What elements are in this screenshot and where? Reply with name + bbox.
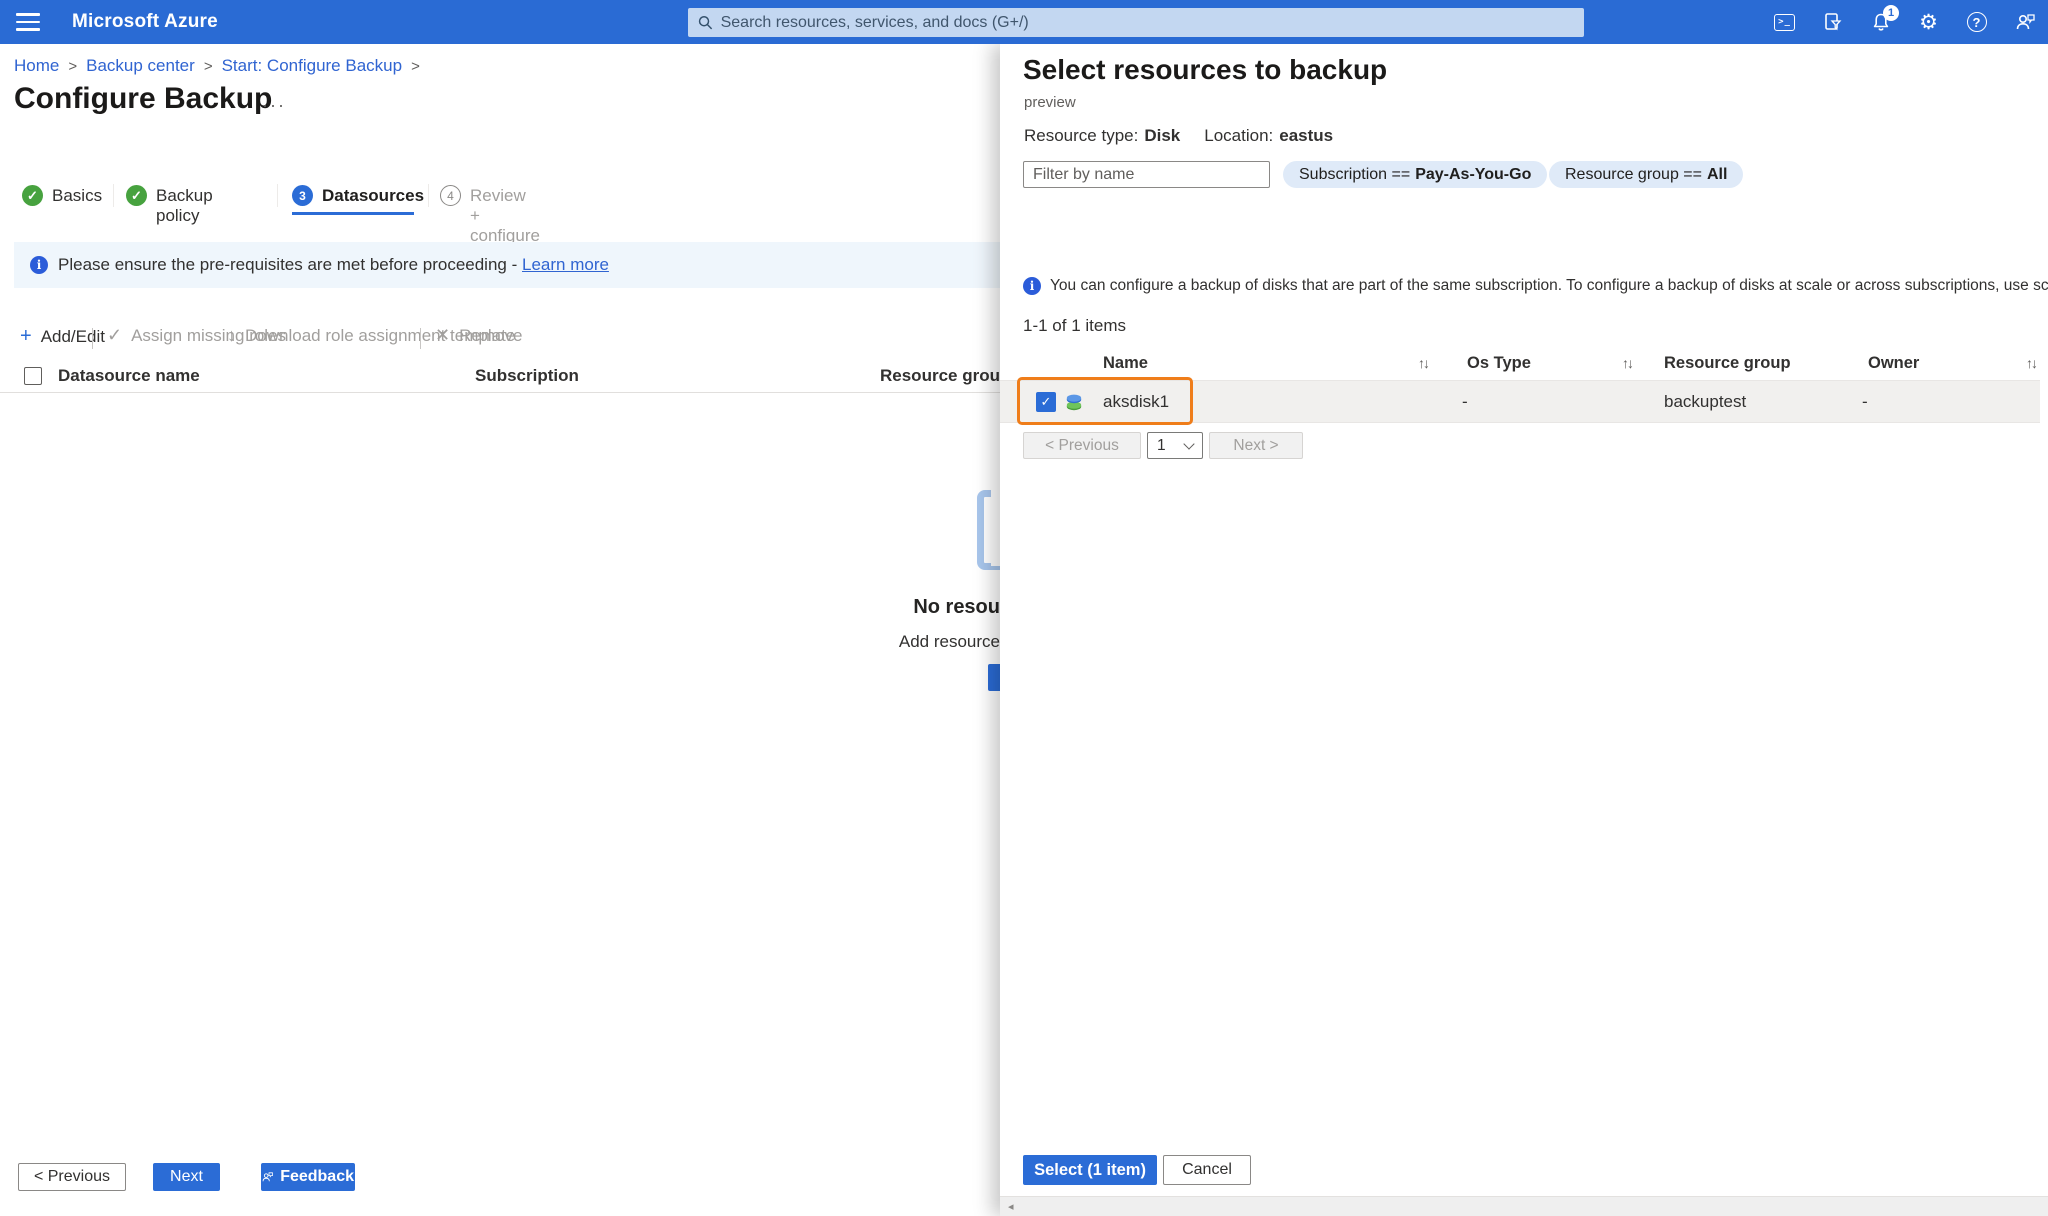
brand-title[interactable]: Microsoft Azure (72, 11, 218, 33)
title-more-menu[interactable]: ··· (262, 95, 286, 116)
search-input[interactable] (721, 14, 1574, 32)
empty-state-title: No resou (913, 596, 1000, 619)
column-owner[interactable]: Owner (1868, 354, 1919, 373)
breadcrumb-home[interactable]: Home (14, 56, 59, 76)
subscription-filter-pill[interactable]: Subscription ==Pay-As-You-Go (1283, 161, 1547, 188)
select-all-checkbox[interactable] (24, 367, 42, 385)
cell-resource-group: backuptest (1664, 392, 1746, 412)
breadcrumb-start-configure-backup[interactable]: Start: Configure Backup (222, 56, 402, 76)
sort-icon[interactable]: ↑↓ (1622, 355, 1632, 371)
column-datasource-name[interactable]: Datasource name (58, 366, 200, 386)
scroll-left-arrow-icon[interactable]: ◂ (1008, 1200, 1014, 1213)
step-divider (428, 184, 429, 207)
remove-icon: ✕ (435, 325, 450, 346)
filter-by-name-input[interactable] (1023, 161, 1270, 188)
table-row-aksdisk1[interactable]: ✓ aksdisk1 - backuptest - (1000, 380, 2040, 423)
column-name[interactable]: Name (1103, 354, 1148, 373)
breadcrumb-backup-center[interactable]: Backup center (86, 56, 195, 76)
directory-filter-icon[interactable] (1821, 11, 1844, 34)
banner-learn-more-link[interactable]: Learn more (522, 255, 609, 275)
breadcrumb-separator: > (411, 58, 420, 75)
step-policy-check-icon: ✓ (126, 185, 147, 206)
tab-datasources[interactable]: Datasources (322, 186, 424, 206)
step-3-badge: 3 (292, 185, 313, 206)
column-resource-group[interactable]: Resource group (880, 366, 1010, 386)
top-bar: Microsoft Azure >_ (0, 0, 2048, 44)
remove-button[interactable]: ✕ Remove (435, 325, 522, 346)
pagination-previous-button[interactable]: < Previous (1023, 432, 1141, 459)
feedback-person-icon[interactable] (2013, 11, 2036, 34)
add-icon: + (20, 325, 32, 348)
step-divider (113, 184, 114, 207)
breadcrumb-separator: > (204, 58, 213, 75)
resource-type-value: Disk (1144, 126, 1180, 146)
location-value: eastus (1279, 126, 1333, 146)
step-4-badge: 4 (440, 185, 461, 206)
notifications-bell-icon[interactable]: 1 (1869, 11, 1892, 34)
hamburger-menu-icon[interactable] (16, 13, 40, 31)
tab-review-configure[interactable]: Review + configure (470, 186, 540, 246)
resource-group-filter-pill[interactable]: Resource group ==All (1549, 161, 1743, 188)
command-divider (92, 328, 93, 349)
notification-badge: 1 (1883, 5, 1899, 21)
info-icon: i (1023, 277, 1041, 295)
cell-name: aksdisk1 (1103, 392, 1169, 412)
sort-icon[interactable]: ↑↓ (1418, 355, 1428, 371)
feedback-button[interactable]: Feedback (261, 1163, 355, 1191)
cloud-shell-icon[interactable]: >_ (1773, 11, 1796, 34)
tab-basics[interactable]: Basics (52, 186, 102, 206)
empty-state-subtitle: Add resource (899, 632, 1000, 652)
info-icon: i (30, 256, 48, 274)
settings-gear-icon[interactable]: ⚙ (1917, 11, 1940, 34)
pagination-next-button[interactable]: Next > (1209, 432, 1303, 459)
previous-button[interactable]: < Previous (18, 1163, 126, 1191)
cancel-button[interactable]: Cancel (1163, 1155, 1251, 1185)
banner-text: Please ensure the pre-requisites are met… (58, 255, 517, 275)
command-bar: + Add/Edit ✓ Assign missing roles ↓ Down… (0, 325, 1000, 353)
command-divider (420, 328, 421, 349)
breadcrumb: Home > Backup center > Start: Configure … (14, 56, 420, 76)
column-resource-group[interactable]: Resource group (1664, 354, 1791, 373)
resource-type-line: Resource type:Disk Location:eastus (1024, 126, 1333, 146)
cell-os-type: - (1462, 392, 1468, 412)
row-checkbox-checked[interactable]: ✓ (1036, 392, 1056, 412)
select-resources-panel: Select resources to backup preview Resou… (1000, 44, 2048, 1216)
panel-title: Select resources to backup (1023, 54, 1387, 86)
chevron-down-icon (1183, 438, 1194, 449)
panel-info-message: i You can configure a backup of disks th… (1023, 277, 2025, 295)
step-basics-check-icon: ✓ (22, 185, 43, 206)
page-title: Configure Backup (14, 82, 272, 116)
search-icon (698, 15, 713, 30)
feedback-icon (262, 1170, 273, 1184)
download-icon: ↓ (227, 325, 236, 346)
azure-portal-screen: Microsoft Azure >_ (0, 0, 2048, 1216)
topbar-icons: >_ 1 ⚙ ? (1773, 0, 2036, 44)
checkmark-icon: ✓ (107, 325, 122, 346)
sort-icon[interactable]: ↑↓ (2026, 355, 2036, 371)
global-search[interactable] (688, 8, 1584, 37)
step-divider (277, 184, 278, 207)
preview-badge: preview (1024, 94, 1076, 111)
tab-backup-policy[interactable]: Backup policy (156, 186, 213, 226)
disk-icon (1064, 393, 1084, 412)
help-icon[interactable]: ? (1965, 11, 1988, 34)
items-count: 1-1 of 1 items (1023, 316, 1126, 336)
page-number-dropdown[interactable]: 1 (1147, 432, 1203, 459)
next-button[interactable]: Next (153, 1163, 220, 1191)
column-subscription[interactable]: Subscription (475, 366, 579, 386)
select-items-button[interactable]: Select (1 item) (1023, 1155, 1157, 1185)
horizontal-scrollbar[interactable]: ◂ (1000, 1196, 2048, 1216)
breadcrumb-separator: > (68, 58, 77, 75)
active-tab-underline (292, 212, 414, 215)
column-os-type[interactable]: Os Type (1467, 354, 1531, 373)
cell-owner: - (1862, 392, 1868, 412)
